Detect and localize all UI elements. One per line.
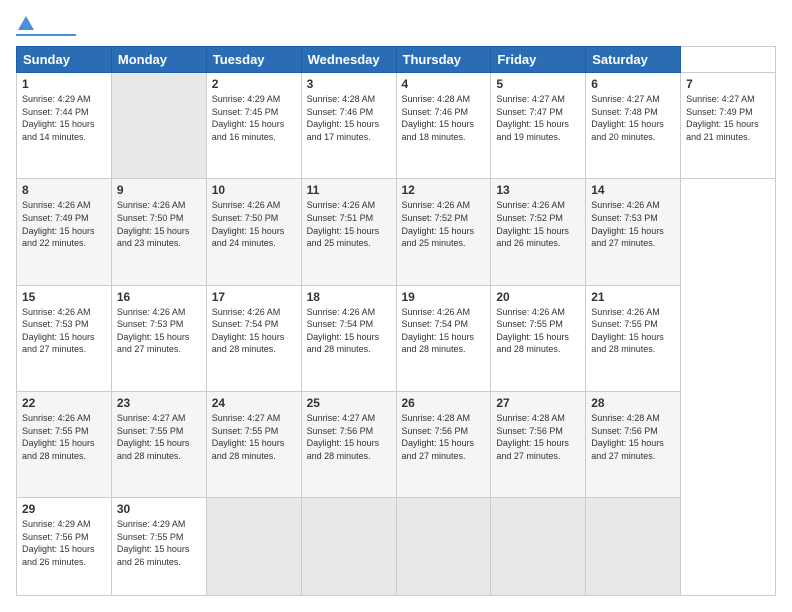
table-row [396, 498, 491, 596]
logo-underline [16, 34, 76, 36]
col-monday: Monday [111, 47, 206, 73]
table-row: 21Sunrise: 4:26 AMSunset: 7:55 PMDayligh… [586, 285, 681, 391]
table-row: 15Sunrise: 4:26 AMSunset: 7:53 PMDayligh… [17, 285, 112, 391]
table-row: 13Sunrise: 4:26 AMSunset: 7:52 PMDayligh… [491, 179, 586, 285]
table-row [301, 498, 396, 596]
logo [16, 16, 76, 36]
table-row: 3Sunrise: 4:28 AMSunset: 7:46 PMDaylight… [301, 73, 396, 179]
table-row: 23Sunrise: 4:27 AMSunset: 7:55 PMDayligh… [111, 391, 206, 497]
table-row: 7Sunrise: 4:27 AMSunset: 7:49 PMDaylight… [681, 73, 776, 179]
calendar-table: Sunday Monday Tuesday Wednesday Thursday… [16, 46, 776, 596]
logo-text [16, 16, 36, 32]
table-row: 26Sunrise: 4:28 AMSunset: 7:56 PMDayligh… [396, 391, 491, 497]
table-row [491, 498, 586, 596]
table-row: 17Sunrise: 4:26 AMSunset: 7:54 PMDayligh… [206, 285, 301, 391]
col-tuesday: Tuesday [206, 47, 301, 73]
table-row: 11Sunrise: 4:26 AMSunset: 7:51 PMDayligh… [301, 179, 396, 285]
header [16, 16, 776, 36]
table-row: 18Sunrise: 4:26 AMSunset: 7:54 PMDayligh… [301, 285, 396, 391]
table-row: 4Sunrise: 4:28 AMSunset: 7:46 PMDaylight… [396, 73, 491, 179]
table-row [111, 73, 206, 179]
logo-triangle-icon [18, 16, 34, 30]
calendar-header-row: Sunday Monday Tuesday Wednesday Thursday… [17, 47, 776, 73]
table-row: 22Sunrise: 4:26 AMSunset: 7:55 PMDayligh… [17, 391, 112, 497]
page: Sunday Monday Tuesday Wednesday Thursday… [0, 0, 792, 612]
table-row [206, 498, 301, 596]
table-row: 28Sunrise: 4:28 AMSunset: 7:56 PMDayligh… [586, 391, 681, 497]
table-row: 6Sunrise: 4:27 AMSunset: 7:48 PMDaylight… [586, 73, 681, 179]
col-friday: Friday [491, 47, 586, 73]
table-row: 14Sunrise: 4:26 AMSunset: 7:53 PMDayligh… [586, 179, 681, 285]
table-row: 10Sunrise: 4:26 AMSunset: 7:50 PMDayligh… [206, 179, 301, 285]
table-row: 29Sunrise: 4:29 AMSunset: 7:56 PMDayligh… [17, 498, 112, 596]
table-row: 24Sunrise: 4:27 AMSunset: 7:55 PMDayligh… [206, 391, 301, 497]
table-row: 25Sunrise: 4:27 AMSunset: 7:56 PMDayligh… [301, 391, 396, 497]
table-row: 16Sunrise: 4:26 AMSunset: 7:53 PMDayligh… [111, 285, 206, 391]
col-sunday: Sunday [17, 47, 112, 73]
table-row: 30Sunrise: 4:29 AMSunset: 7:55 PMDayligh… [111, 498, 206, 596]
col-thursday: Thursday [396, 47, 491, 73]
table-row [586, 498, 681, 596]
table-row: 8Sunrise: 4:26 AMSunset: 7:49 PMDaylight… [17, 179, 112, 285]
table-row: 20Sunrise: 4:26 AMSunset: 7:55 PMDayligh… [491, 285, 586, 391]
table-row: 5Sunrise: 4:27 AMSunset: 7:47 PMDaylight… [491, 73, 586, 179]
table-row: 9Sunrise: 4:26 AMSunset: 7:50 PMDaylight… [111, 179, 206, 285]
table-row: 19Sunrise: 4:26 AMSunset: 7:54 PMDayligh… [396, 285, 491, 391]
col-saturday: Saturday [586, 47, 681, 73]
table-row: 2Sunrise: 4:29 AMSunset: 7:45 PMDaylight… [206, 73, 301, 179]
col-wednesday: Wednesday [301, 47, 396, 73]
table-row: 1Sunrise: 4:29 AMSunset: 7:44 PMDaylight… [17, 73, 112, 179]
table-row: 27Sunrise: 4:28 AMSunset: 7:56 PMDayligh… [491, 391, 586, 497]
table-row: 12Sunrise: 4:26 AMSunset: 7:52 PMDayligh… [396, 179, 491, 285]
